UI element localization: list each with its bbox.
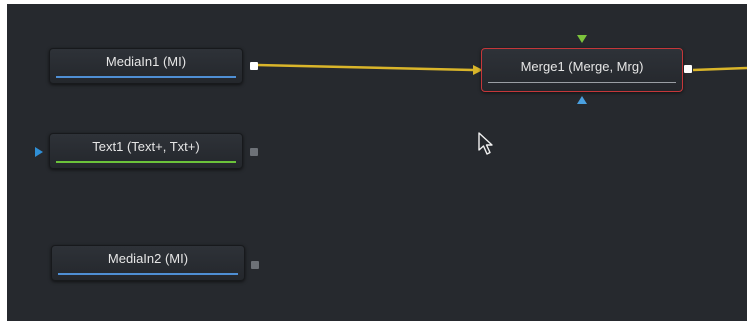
merge1-foreground-input-arrow-icon[interactable]: [577, 35, 587, 43]
node-mediain2-label: MediaIn2 (MI): [107, 251, 189, 266]
mediain1-output-port[interactable]: [250, 62, 258, 70]
merge1-output-port[interactable]: [684, 65, 692, 73]
node-merge1-color-bar: [488, 82, 676, 83]
wire-mediain1-to-merge1: [256, 63, 474, 72]
node-merge1-label: Merge1 (Merge, Mrg): [520, 59, 644, 74]
node-mediain1[interactable]: MediaIn1 (MI): [49, 48, 243, 84]
node-mediain1-label: MediaIn1 (MI): [105, 54, 187, 69]
node-mediain2[interactable]: MediaIn2 (MI): [51, 245, 245, 281]
text1-output-port[interactable]: [250, 148, 258, 156]
node-text1[interactable]: Text1 (Text+, Txt+): [49, 133, 243, 169]
node-mediain2-color-bar: [58, 273, 238, 275]
text1-input-arrow-icon[interactable]: [35, 147, 43, 157]
node-editor-canvas[interactable]: MediaIn1 (MI) Text1 (Text+, Txt+) MediaI…: [7, 4, 747, 321]
arrow-cursor-icon: [478, 132, 493, 155]
merge1-mask-input-arrow-icon[interactable]: [577, 96, 587, 104]
node-mediain1-color-bar: [56, 76, 236, 78]
node-text1-color-bar: [56, 161, 236, 163]
node-text1-label: Text1 (Text+, Txt+): [92, 139, 200, 154]
mediain2-output-port[interactable]: [251, 261, 259, 269]
node-merge1[interactable]: Merge1 (Merge, Mrg): [481, 48, 683, 92]
wire-merge1-output: [692, 66, 747, 72]
